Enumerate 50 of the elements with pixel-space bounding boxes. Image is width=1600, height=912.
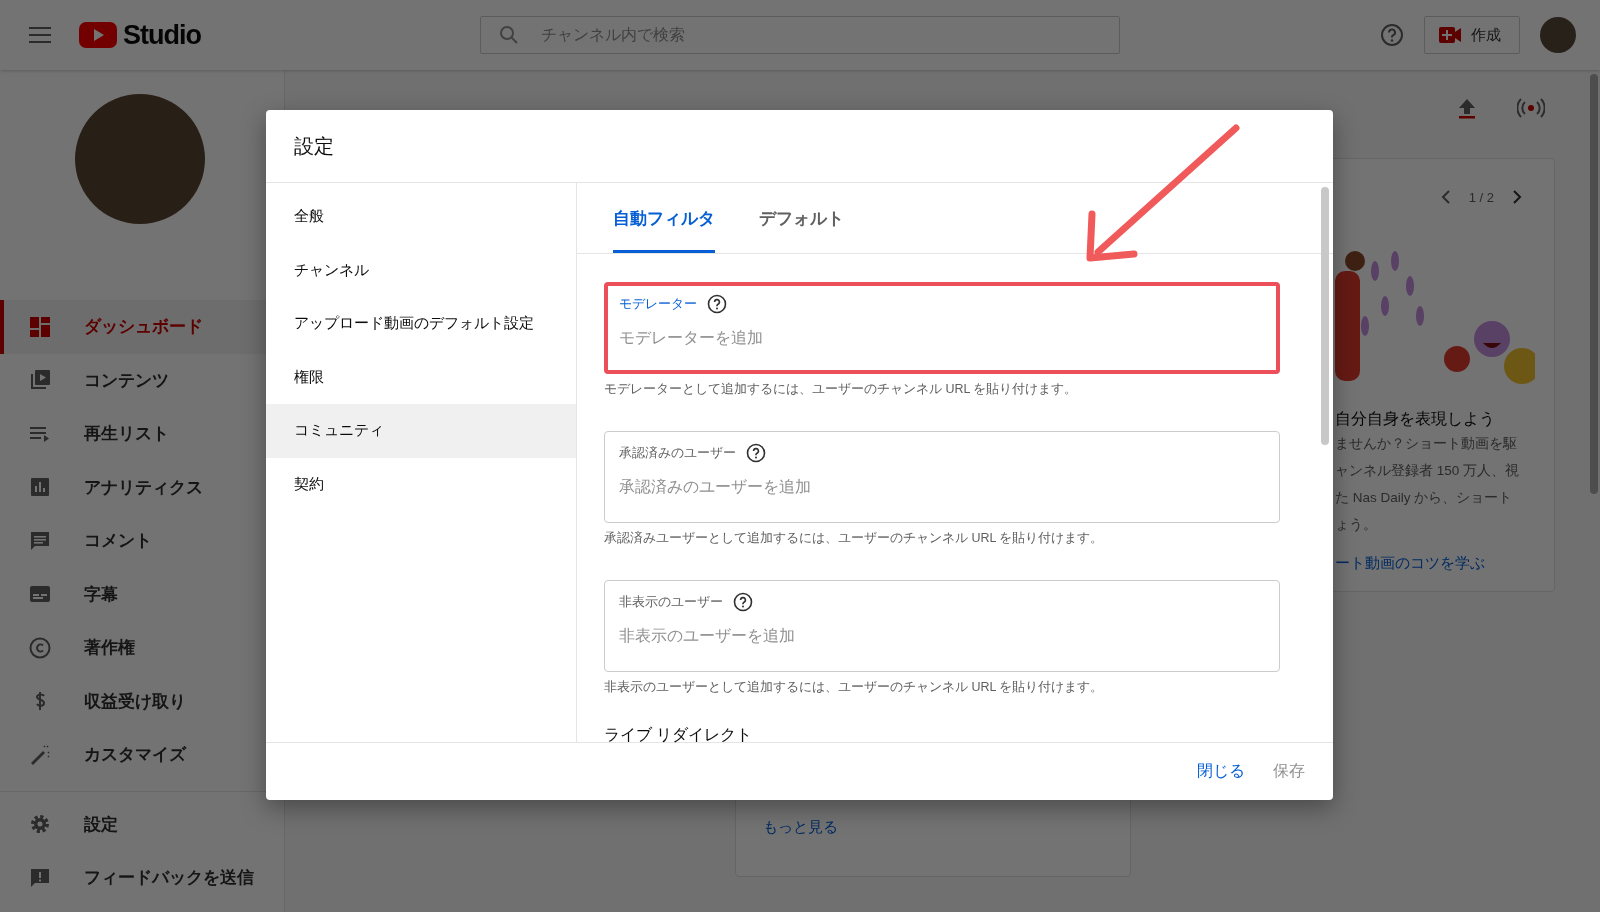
sidebar-item[interactable]: 収益受け取り — [0, 674, 284, 728]
chevron-right-icon[interactable] — [1512, 190, 1522, 204]
page-indicator: 1 / 2 — [1468, 189, 1494, 205]
dialog-title: 設定 — [294, 133, 334, 159]
settings-nav-item[interactable]: 全般 — [266, 190, 576, 244]
sidebar-item[interactable]: 字幕 — [0, 567, 284, 621]
promo-text: ょう。 — [1335, 516, 1378, 534]
help-icon[interactable] — [707, 294, 727, 314]
tab[interactable]: デフォルト — [759, 183, 844, 253]
sidebar-item[interactable]: 著作権 — [0, 621, 284, 675]
input-field[interactable]: モデレーターを追加 — [619, 329, 1265, 347]
upload-icon[interactable] — [1457, 97, 1477, 119]
search-icon — [498, 25, 519, 45]
dialog-button[interactable]: 閉じる — [1187, 753, 1255, 790]
help-text: モデレーターとして追加するには、ユーザーのチャンネル URL を貼り付けます。 — [604, 381, 1079, 398]
tab[interactable]: 自動フィルタ — [613, 183, 715, 253]
sidebar-item[interactable]: カスタマイズ — [0, 728, 284, 782]
help-icon[interactable] — [746, 443, 766, 463]
create-button[interactable]: 作成 — [1424, 16, 1520, 54]
help-icon[interactable] — [733, 592, 753, 612]
menu-icon[interactable] — [29, 27, 51, 43]
video-camera-icon — [1439, 27, 1461, 43]
promo-title: 自分自身を表現しよう — [1335, 409, 1496, 429]
help-text: 承認済みユーザーとして追加するには、ユーザーのチャンネル URL を貼り付けます。 — [604, 530, 1105, 547]
chevron-left-icon[interactable] — [1440, 190, 1451, 204]
promo-text: た Nas Daily から、ショート — [1335, 489, 1514, 507]
field-frame: 非表示のユーザー 非表示のユーザーを追加 — [604, 580, 1280, 672]
help-text: 非表示のユーザーとして追加するには、ユーザーのチャンネル URL を貼り付けます。 — [604, 679, 1105, 696]
scrollbar-thumb[interactable] — [1590, 74, 1598, 494]
live-icon[interactable] — [1517, 98, 1545, 118]
dashboard-icon — [28, 314, 52, 339]
promo-text: ャンネル登録者 150 万人、視 — [1335, 462, 1521, 480]
promo-text: ませんか？ショート動画を駆 — [1335, 435, 1518, 453]
more-link[interactable]: もっと見る — [763, 818, 838, 835]
settings-nav-item[interactable]: チャンネル — [266, 243, 576, 297]
avatar[interactable] — [1540, 17, 1576, 53]
settings-nav-item[interactable]: コミュニティ — [266, 404, 576, 458]
copyright-icon — [28, 635, 52, 660]
section-heading: ライブ リダイレクト — [604, 725, 754, 745]
sidebar-item[interactable]: コメント — [0, 514, 284, 568]
logo-text[interactable]: Studio — [123, 19, 201, 51]
scrollbar-thumb[interactable] — [1321, 187, 1329, 445]
field-frame: モデレーター モデレーターを追加 — [604, 282, 1280, 374]
input-field[interactable]: 承認済みのユーザーを追加 — [619, 478, 1265, 496]
sidebar-item[interactable]: 設定 — [0, 797, 284, 851]
sidebar-item[interactable]: フィードバックを送信 — [0, 851, 284, 905]
input-field[interactable]: 非表示のユーザーを追加 — [619, 627, 1265, 645]
promo-link[interactable]: ート動画のコツを学ぶ — [1335, 554, 1544, 573]
logo-icon[interactable] — [79, 22, 117, 48]
field-frame: 承認済みのユーザー 承認済みのユーザーを追加 — [604, 431, 1280, 523]
